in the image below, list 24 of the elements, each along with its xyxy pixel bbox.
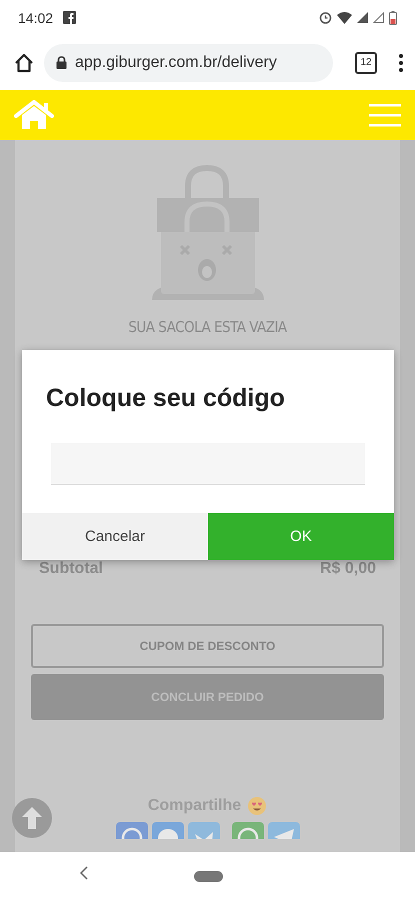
home-pill[interactable] [194, 871, 223, 882]
battery-icon [389, 10, 397, 24]
empty-cart-title: SUA SACOLA ESTA VAZIA [128, 318, 287, 336]
heart-eyes-icon [247, 796, 268, 816]
url-text: app.giburger.com.br/delivery [75, 54, 277, 72]
home-icon[interactable] [14, 52, 34, 72]
alarm-icon [319, 11, 332, 24]
wifi-icon [337, 12, 352, 24]
back-icon[interactable] [80, 866, 88, 880]
code-input[interactable] [51, 443, 365, 485]
address-bar[interactable]: app.giburger.com.br/delivery [44, 44, 333, 82]
status-time: 14:02 [18, 10, 54, 26]
menu-icon[interactable] [369, 103, 401, 127]
lock-icon [56, 56, 67, 69]
tab-count[interactable]: 12 [355, 52, 377, 74]
signal-icon [357, 12, 368, 23]
arrow-up-icon [21, 806, 43, 830]
dialog-title: Coloque seu código [45, 383, 286, 413]
subtotal-label: Subtotal [39, 560, 103, 578]
facebook-icon [63, 11, 76, 24]
signal-icon [373, 12, 384, 23]
more-icon[interactable] [399, 54, 403, 72]
subtotal-value: R$ 0,00 [320, 560, 376, 578]
cancel-button[interactable]: Cancelar [22, 513, 208, 560]
